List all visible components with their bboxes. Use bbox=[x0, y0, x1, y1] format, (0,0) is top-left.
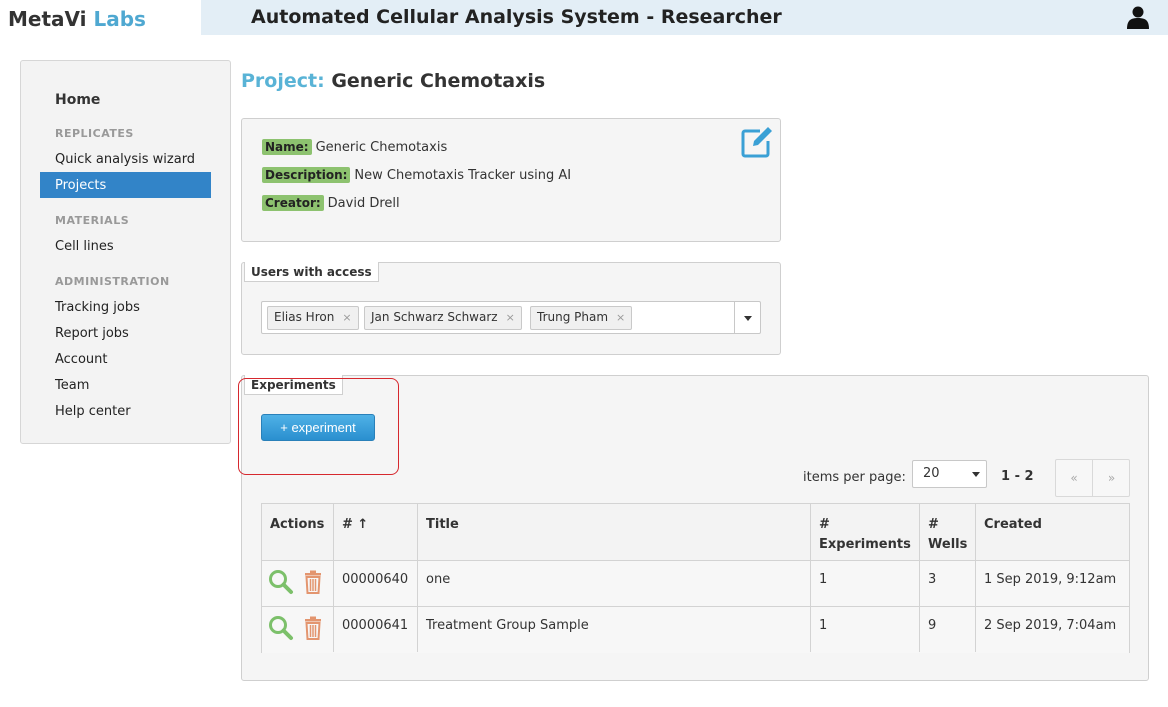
sidebar-item-report-jobs[interactable]: Report jobs bbox=[55, 326, 129, 341]
table-row: 00000641 Treatment Group Sample 1 9 2 Se… bbox=[262, 607, 1129, 653]
sidebar-item-projects[interactable]: Projects bbox=[40, 172, 211, 198]
users-dropdown-button[interactable] bbox=[734, 302, 760, 333]
description-value: New Chemotaxis Tracker using AI bbox=[354, 168, 572, 183]
items-per-page-select[interactable]: 20 bbox=[912, 460, 987, 488]
search-icon[interactable] bbox=[268, 615, 294, 641]
sidebar-section-administration: ADMINISTRATION bbox=[55, 275, 170, 288]
col-wells-hash: # bbox=[928, 517, 939, 532]
trash-icon[interactable] bbox=[300, 569, 326, 595]
col-number-sort[interactable]: # ↑ bbox=[334, 504, 418, 561]
cell-created: 2 Sep 2019, 7:04am bbox=[984, 618, 1117, 633]
cell-created: 1 Sep 2019, 9:12am bbox=[984, 572, 1117, 587]
description-tag: Description: bbox=[262, 167, 351, 183]
creator-value: David Drell bbox=[327, 196, 400, 211]
sidebar-section-replicates: REPLICATES bbox=[55, 127, 134, 140]
pagination-range: 1 - 2 bbox=[1001, 469, 1034, 484]
caret-down-icon bbox=[972, 472, 980, 477]
app-title: Automated Cellular Analysis System - Res… bbox=[251, 6, 782, 28]
items-per-page-label: items per page: bbox=[803, 470, 906, 485]
brand-name: MetaVi bbox=[8, 7, 87, 31]
search-icon[interactable] bbox=[268, 569, 294, 595]
project-name-row: Name: Generic Chemotaxis bbox=[262, 139, 448, 155]
cell-number: 00000641 bbox=[334, 607, 418, 652]
sidebar-item-help-center[interactable]: Help center bbox=[55, 404, 131, 419]
col-experiments[interactable]: # Experiments bbox=[811, 504, 920, 561]
top-bar: Automated Cellular Analysis System - Res… bbox=[201, 0, 1168, 35]
remove-user-icon[interactable]: × bbox=[342, 311, 351, 324]
col-title[interactable]: Title bbox=[418, 504, 811, 561]
brand-suffix: Labs bbox=[93, 7, 146, 31]
brand-logo[interactable]: MetaVi Labs bbox=[0, 0, 201, 35]
page-title: Project: Generic Chemotaxis bbox=[241, 70, 545, 92]
cell-experiments: 1 bbox=[811, 607, 920, 652]
table-row: 00000640 one 1 3 1 Sep 2019, 9:12am bbox=[262, 561, 1129, 607]
page-title-value: Generic Chemotaxis bbox=[331, 70, 546, 92]
col-actions: Actions bbox=[262, 504, 334, 561]
cell-wells: 9 bbox=[920, 607, 976, 652]
cell-experiments: 1 bbox=[811, 561, 920, 606]
users-access-legend: Users with access bbox=[244, 262, 379, 282]
edit-icon[interactable] bbox=[740, 125, 774, 159]
creator-tag: Creator: bbox=[262, 195, 324, 211]
col-experiments-hash: # bbox=[819, 517, 830, 532]
cell-number: 00000640 bbox=[334, 561, 418, 606]
user-chip-label: Elias Hron bbox=[274, 310, 335, 324]
project-info-panel: Name: Generic Chemotaxis Description: New … bbox=[241, 118, 781, 242]
cell-title: one bbox=[418, 561, 811, 606]
col-wells[interactable]: # Wells bbox=[920, 504, 976, 561]
name-tag: Name: bbox=[262, 139, 312, 155]
user-chip[interactable]: Trung Pham × bbox=[530, 306, 633, 330]
sidebar-item-home[interactable]: Home bbox=[55, 92, 100, 108]
sidebar-item-team[interactable]: Team bbox=[55, 378, 89, 393]
page-title-label: Project: bbox=[241, 70, 325, 92]
user-icon[interactable] bbox=[1126, 5, 1150, 29]
col-created[interactable]: Created bbox=[976, 504, 1129, 561]
add-user-input[interactable] bbox=[640, 307, 700, 329]
user-chip[interactable]: Elias Hron × bbox=[267, 306, 359, 330]
user-chip-label: Jan Schwarz Schwarz bbox=[371, 310, 498, 324]
prev-page-button[interactable]: « bbox=[1056, 460, 1093, 496]
table-header: Actions # ↑ Title # Experiments # Wells Cr… bbox=[262, 504, 1129, 561]
cell-title: Treatment Group Sample bbox=[418, 607, 811, 652]
items-per-page-value: 20 bbox=[923, 466, 940, 481]
sidebar-item-account[interactable]: Account bbox=[55, 352, 108, 367]
user-chip[interactable]: Jan Schwarz Schwarz × bbox=[364, 306, 522, 330]
caret-down-icon bbox=[744, 316, 752, 321]
users-access-panel: Users with access Elias Hron × Jan Schwar… bbox=[241, 262, 781, 355]
col-wells-label: Wells bbox=[928, 537, 968, 552]
sidebar-item-quick-analysis-wizard[interactable]: Quick analysis wizard bbox=[55, 152, 195, 167]
project-creator-row: Creator: David Drell bbox=[262, 195, 400, 211]
next-page-button[interactable]: » bbox=[1093, 460, 1130, 496]
row-actions bbox=[262, 607, 334, 652]
highlight-outline bbox=[238, 378, 399, 475]
project-description-row: Description: New Chemotaxis Tracker using… bbox=[262, 167, 572, 183]
row-actions bbox=[262, 561, 334, 606]
cell-wells: 3 bbox=[920, 561, 976, 606]
sidebar-item-cell-lines[interactable]: Cell lines bbox=[55, 239, 114, 254]
sidebar-item-tracking-jobs[interactable]: Tracking jobs bbox=[55, 300, 140, 315]
users-multiselect[interactable]: Elias Hron × Jan Schwarz Schwarz × Trung P… bbox=[261, 301, 761, 334]
remove-user-icon[interactable]: × bbox=[616, 311, 625, 324]
name-value: Generic Chemotaxis bbox=[315, 140, 448, 155]
remove-user-icon[interactable]: × bbox=[506, 311, 515, 324]
pagination: « » bbox=[1055, 459, 1130, 497]
user-chip-label: Trung Pham bbox=[537, 310, 609, 324]
sidebar: Home REPLICATES Quick analysis wizard Pr… bbox=[20, 60, 231, 444]
col-experiments-label: Experiments bbox=[819, 537, 911, 552]
experiments-table: Actions # ↑ Title # Experiments # Wells Cr… bbox=[261, 503, 1130, 653]
trash-icon[interactable] bbox=[300, 615, 326, 641]
sidebar-section-materials: MATERIALS bbox=[55, 214, 130, 227]
